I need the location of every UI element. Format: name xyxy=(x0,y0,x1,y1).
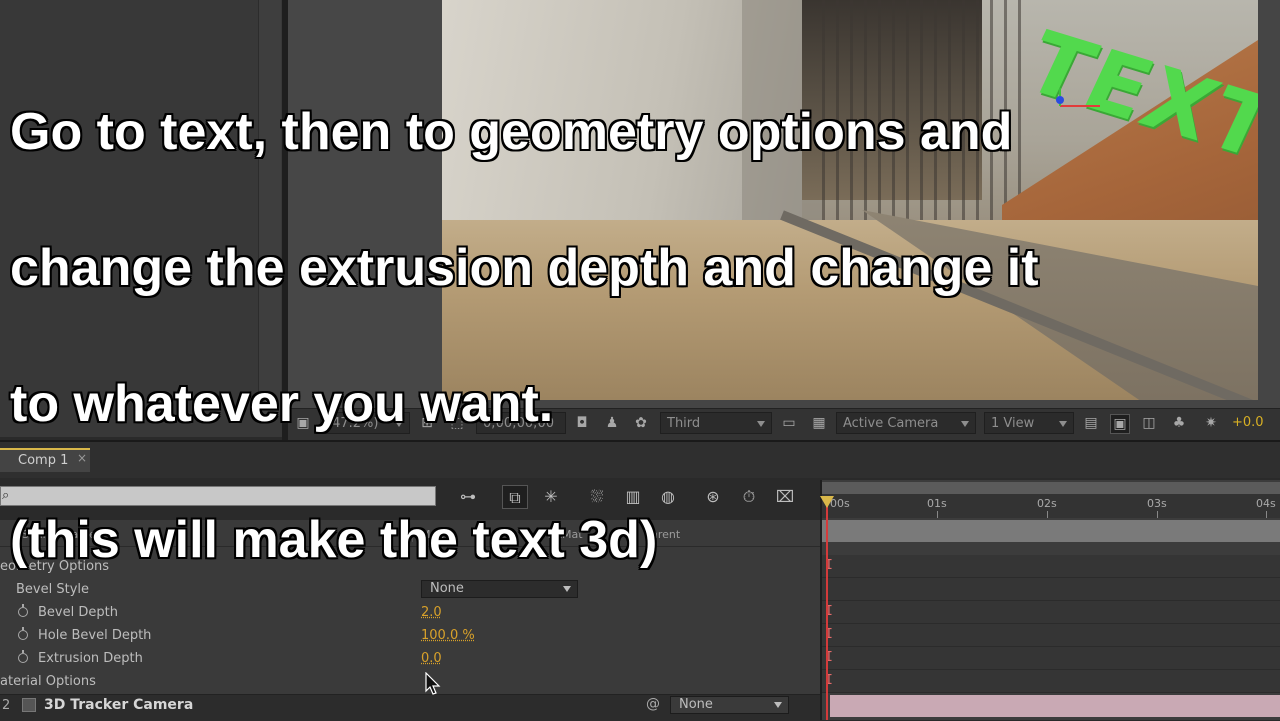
caption-line: to whatever you want. xyxy=(10,370,1270,438)
track-row xyxy=(822,670,1280,693)
property-label: Extrusion Depth xyxy=(38,647,143,670)
layer-duration-bar[interactable] xyxy=(830,695,1280,717)
camera-layer-icon xyxy=(22,698,36,712)
parent-dropdown[interactable]: None xyxy=(670,696,789,714)
parent-pickwhip-icon[interactable]: @ xyxy=(646,696,660,712)
tutorial-caption: Go to text, then to geometry options and… xyxy=(10,30,1270,642)
property-material-options[interactable]: aterial Options xyxy=(0,670,820,693)
caption-line: Go to text, then to geometry options and xyxy=(10,98,1270,166)
search-icon: ⌕ xyxy=(0,486,9,506)
extrusion-depth-value[interactable]: 0.0 xyxy=(421,647,442,670)
caption-line: (this will make the text 3d) xyxy=(10,506,1270,574)
caption-line: change the extrusion depth and change it xyxy=(10,234,1270,302)
stopwatch-icon[interactable] xyxy=(18,653,28,663)
layer-name[interactable]: 3D Tracker Camera xyxy=(44,696,193,714)
layer-number: 2 xyxy=(2,698,10,713)
property-extrusion-depth[interactable]: Extrusion Depth 0.0 xyxy=(0,647,820,670)
mouse-pointer-icon xyxy=(425,672,441,696)
track-row xyxy=(822,647,1280,670)
property-label: aterial Options xyxy=(0,670,96,693)
